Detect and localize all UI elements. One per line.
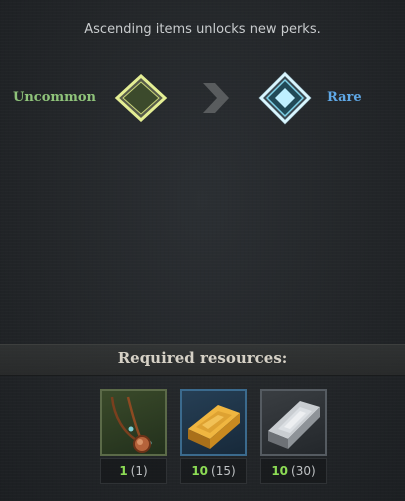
silver-ingot-icon xyxy=(268,401,320,449)
resource-slot-silver-ingot[interactable]: 10 (30) xyxy=(260,389,327,484)
uncommon-rarity-icon xyxy=(114,73,168,123)
resource-icon-frame xyxy=(100,389,167,456)
rare-rarity-icon xyxy=(258,71,312,125)
chevron-right-icon xyxy=(203,83,229,113)
target-rarity-label: Rare xyxy=(327,90,362,105)
resource-icon-frame xyxy=(180,389,247,456)
resource-slot-amulet[interactable]: 1 (1) xyxy=(100,389,167,484)
current-rarity-label: Uncommon xyxy=(13,90,97,105)
required-quantity: 1 xyxy=(119,464,128,478)
gold-ingot-icon xyxy=(188,405,240,449)
required-resources-title: Required resources: xyxy=(117,349,288,367)
required-quantity: 10 xyxy=(271,464,289,478)
owned-quantity: (15) xyxy=(211,464,236,478)
resource-count: 10 (30) xyxy=(260,458,327,484)
owned-quantity: (30) xyxy=(291,464,316,478)
resource-icon-frame xyxy=(260,389,327,456)
owned-quantity: (1) xyxy=(130,464,148,478)
resource-count: 1 (1) xyxy=(100,458,167,484)
ascension-info-text: Ascending items unlocks new perks. xyxy=(84,22,321,37)
resource-slot-gold-ingot[interactable]: 10 (15) xyxy=(180,389,247,484)
resource-count: 10 (15) xyxy=(180,458,247,484)
amulet-pendant-icon xyxy=(110,396,152,453)
required-quantity: 10 xyxy=(191,464,209,478)
